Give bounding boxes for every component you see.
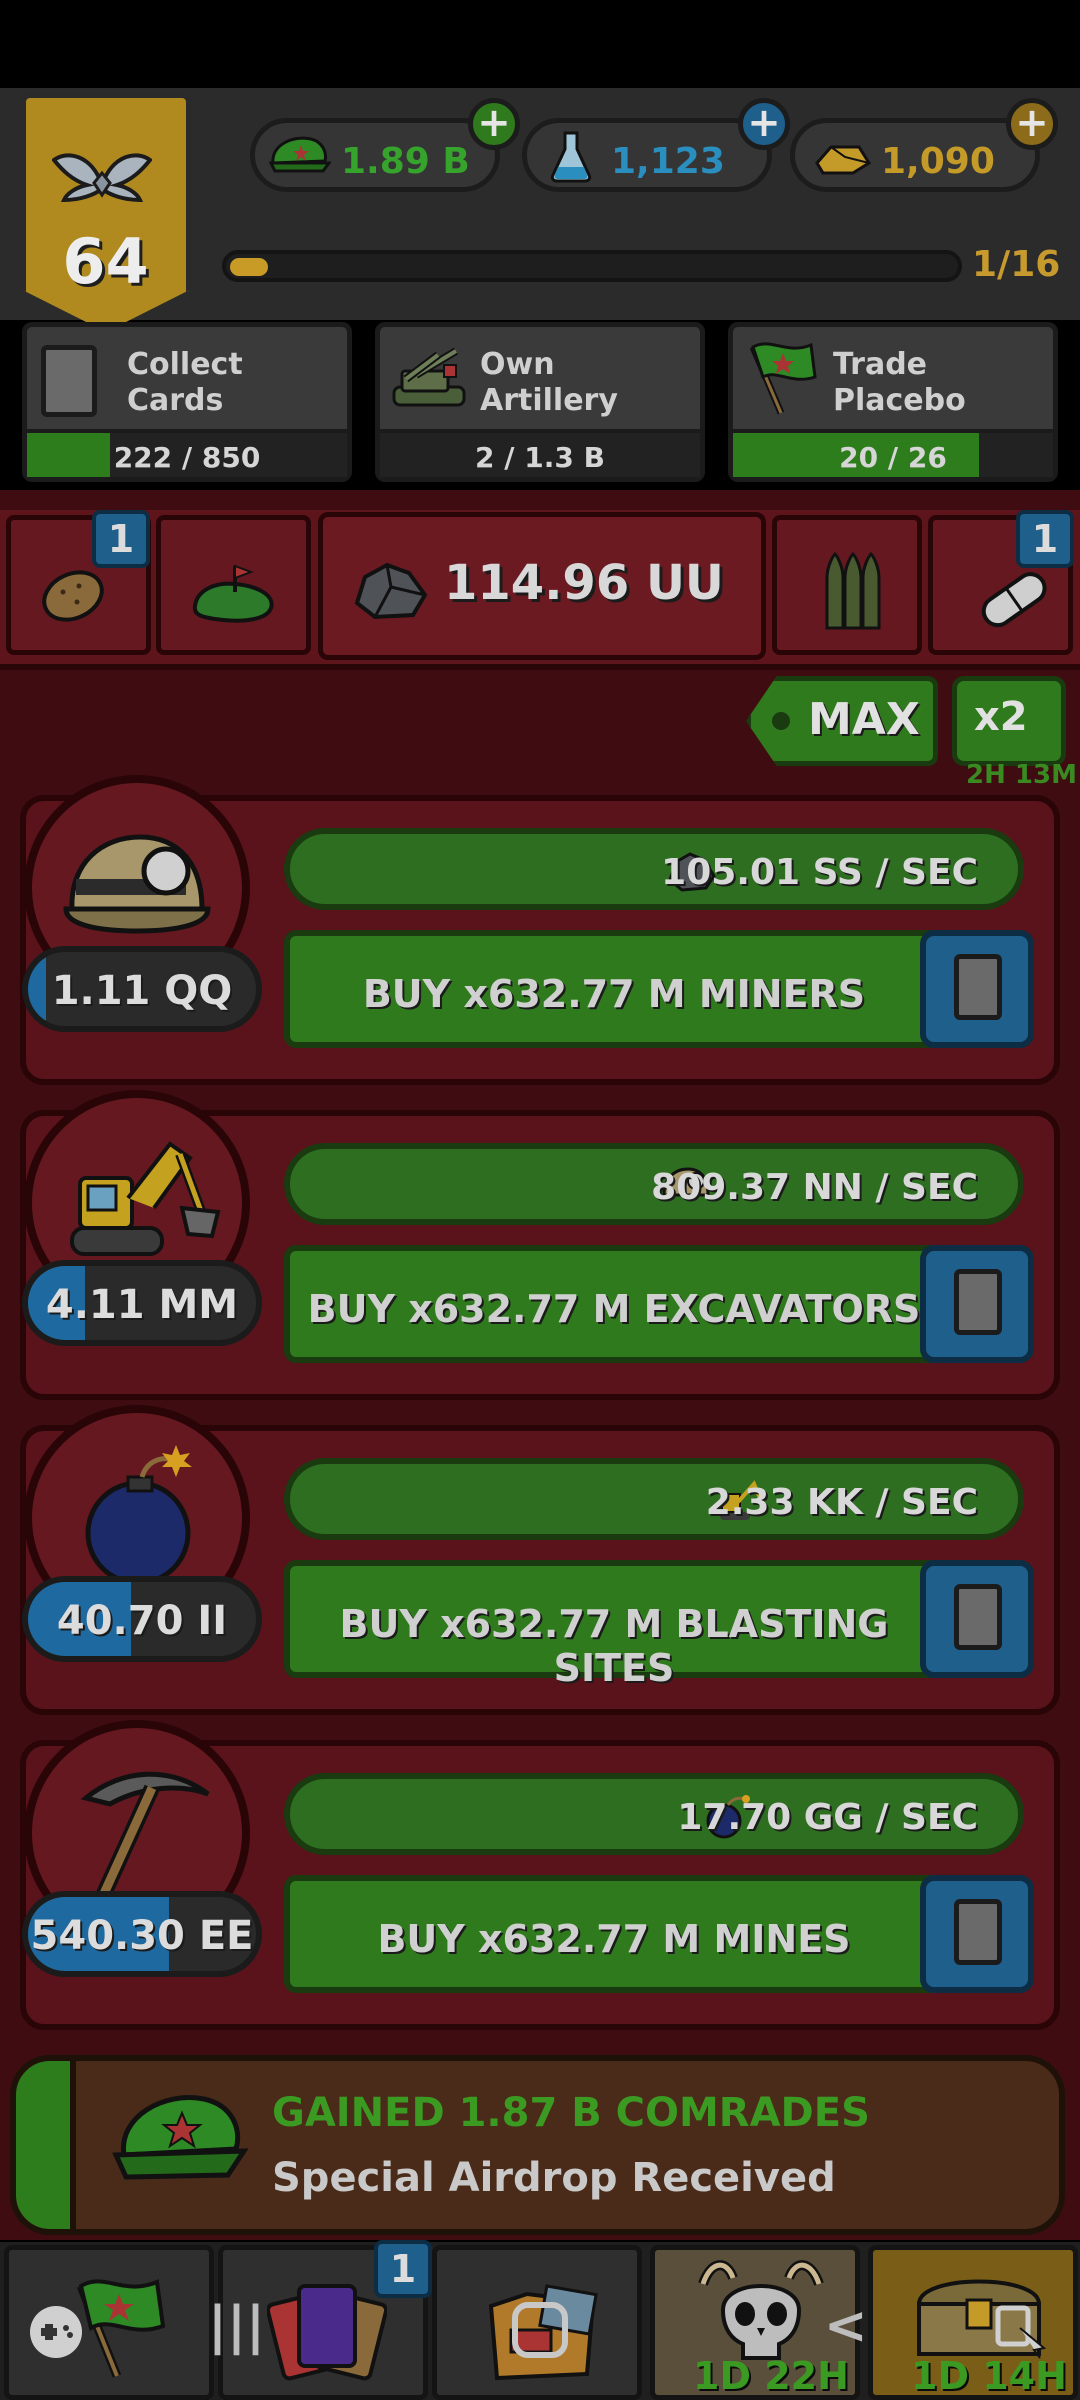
bomb-icon bbox=[85, 1445, 192, 1586]
generator-count-text: 540.30 EE bbox=[30, 1913, 254, 1959]
card-icon bbox=[954, 954, 1002, 1020]
bullets-icon bbox=[825, 551, 881, 630]
green-cap-icon bbox=[268, 136, 331, 173]
xp-progress-fill bbox=[230, 258, 268, 276]
wings-icon bbox=[52, 153, 152, 203]
production-rate-bar: 809.37 NN / SEC bbox=[284, 1143, 1024, 1225]
goal-trade-placebo[interactable]: Trade Placebo 20 / 26 bbox=[728, 322, 1058, 482]
generator-count: 1.11 QQ bbox=[22, 946, 262, 1032]
max-label: MAX bbox=[808, 694, 920, 745]
generator-count-text: 40.70 II bbox=[56, 1598, 228, 1644]
notification-subtitle: Special Airdrop Received bbox=[272, 2155, 836, 2201]
science-counter[interactable]: 1,123 bbox=[522, 118, 772, 192]
comrades-counter[interactable]: 1.89 B bbox=[250, 118, 500, 192]
flask-icon bbox=[550, 131, 592, 183]
card-icon bbox=[954, 1899, 1002, 1965]
goal-progress-bar: 20 / 26 bbox=[733, 429, 1053, 477]
nav-badge: 1 bbox=[374, 2240, 432, 2298]
goal-collect-cards[interactable]: Collect Cards 222 / 850 bbox=[22, 322, 352, 482]
island-icon bbox=[192, 564, 274, 623]
miner-helmet-icon bbox=[63, 834, 211, 934]
science-value: 1,123 bbox=[611, 141, 725, 182]
gamepad-icon[interactable] bbox=[26, 2302, 86, 2362]
buy-mines-button[interactable]: BUY x632.77 M MINES bbox=[284, 1875, 944, 1993]
green-cap-icon bbox=[112, 2095, 248, 2180]
card-icon bbox=[41, 345, 97, 417]
multiplier-label: x2 bbox=[974, 694, 1028, 740]
gold-bars-icon bbox=[815, 145, 872, 175]
add-science-button[interactable]: + bbox=[738, 98, 790, 150]
multiplier-timer: 2H 13M bbox=[966, 760, 1077, 790]
production-rate-text: 17.70 GG / SEC bbox=[677, 1797, 978, 1838]
tab-badge: 1 bbox=[92, 510, 150, 568]
goal-progress-text: 222 / 850 bbox=[113, 441, 261, 474]
generator-count: 540.30 EE bbox=[22, 1891, 262, 1977]
ore-amount: 114.96 UU bbox=[444, 555, 724, 611]
buy-blasting-sites-button[interactable]: BUY x632.77 M BLASTING SITES bbox=[284, 1560, 944, 1690]
card-button[interactable] bbox=[920, 1245, 1034, 1363]
goal-title: Trade Placebo bbox=[833, 347, 966, 418]
production-rate-bar: 105.01 SS / SEC bbox=[284, 828, 1024, 910]
card-button[interactable] bbox=[920, 930, 1034, 1048]
tag-hole bbox=[772, 712, 790, 730]
buy-label: BUY x632.77 M EXCAVATORS bbox=[307, 1287, 921, 1331]
goal-progress-bar: 222 / 850 bbox=[27, 429, 347, 477]
goal-progress-text: 20 / 26 bbox=[839, 441, 947, 474]
add-comrades-button[interactable]: + bbox=[468, 98, 520, 150]
home-icon[interactable] bbox=[512, 2302, 568, 2358]
card-icon bbox=[954, 1584, 1002, 1650]
card-icon bbox=[954, 1269, 1002, 1335]
cards-icon bbox=[267, 2284, 387, 2381]
card-button[interactable] bbox=[920, 1875, 1034, 1993]
buy-excavators-button[interactable]: BUY x632.77 M EXCAVATORS bbox=[284, 1245, 944, 1363]
buy-label: BUY x632.77 M BLASTING SITES bbox=[339, 1602, 889, 1690]
goal-own-artillery[interactable]: Own Artillery 2 / 1.3 B bbox=[375, 322, 705, 482]
goal-title: Own Artillery bbox=[480, 347, 618, 418]
tab-island[interactable] bbox=[156, 515, 311, 655]
pill-icon bbox=[981, 572, 1047, 628]
notification-title: GAINED 1.87 B COMRADES bbox=[272, 2090, 870, 2136]
production-rate-bar: 17.70 GG / SEC bbox=[284, 1773, 1024, 1855]
skull-icon bbox=[698, 2260, 824, 2360]
buy-miners-button[interactable]: BUY x632.77 M MINERS bbox=[284, 930, 944, 1048]
game-screen: 64 1.89 B + 1,123 + 1,090 + 1/16 Collect bbox=[0, 0, 1080, 2400]
notification-accent bbox=[10, 2055, 76, 2235]
boss-timer: 1D 22H bbox=[693, 2354, 849, 2398]
generator-count-text: 4.11 MM bbox=[45, 1282, 239, 1328]
production-rate-text: 809.37 NN / SEC bbox=[651, 1167, 978, 1208]
pickaxe-icon bbox=[80, 1771, 210, 1902]
production-rate-text: 105.01 SS / SEC bbox=[661, 852, 978, 893]
goal-title: Collect Cards bbox=[127, 347, 243, 418]
potato-icon bbox=[42, 570, 104, 622]
excavator-icon bbox=[70, 1141, 221, 1256]
ore-icon bbox=[354, 562, 428, 620]
card-button[interactable] bbox=[920, 1560, 1034, 1678]
generator-count: 4.11 MM bbox=[22, 1260, 262, 1346]
generator-count: 40.70 II bbox=[22, 1576, 262, 1662]
back-icon[interactable]: < bbox=[824, 2296, 868, 2356]
goal-progress-bar: 2 / 1.3 B bbox=[380, 429, 700, 477]
tab-badge: 1 bbox=[1016, 510, 1074, 568]
generator-count-text: 1.11 QQ bbox=[51, 968, 233, 1014]
artillery-icon bbox=[392, 347, 466, 407]
buy-label: BUY x632.77 M MINES bbox=[377, 1917, 851, 1961]
buy-label: BUY x632.77 M MINERS bbox=[362, 972, 866, 1016]
accessibility-icon[interactable] bbox=[992, 2302, 1050, 2360]
production-rate-bar: 2.33 KK / SEC bbox=[284, 1458, 1024, 1540]
status-bar bbox=[0, 0, 1080, 88]
add-gold-button[interactable]: + bbox=[1006, 98, 1058, 150]
gold-value: 1,090 bbox=[881, 141, 995, 182]
production-rate-text: 2.33 KK / SEC bbox=[705, 1482, 978, 1523]
xp-progress-text: 1/16 bbox=[972, 244, 1061, 285]
comrades-value: 1.89 B bbox=[341, 141, 470, 182]
gold-counter[interactable]: 1,090 bbox=[790, 118, 1040, 192]
level-number: 64 bbox=[62, 225, 149, 298]
recent-apps-icon[interactable]: ||| bbox=[208, 2296, 265, 2356]
flag-icon bbox=[749, 342, 817, 415]
goal-progress-text: 2 / 1.3 B bbox=[475, 441, 605, 474]
chest-timer: 1D 14H bbox=[911, 2354, 1067, 2398]
xp-progress-bar bbox=[222, 250, 962, 282]
tab-bullets[interactable] bbox=[772, 515, 922, 655]
